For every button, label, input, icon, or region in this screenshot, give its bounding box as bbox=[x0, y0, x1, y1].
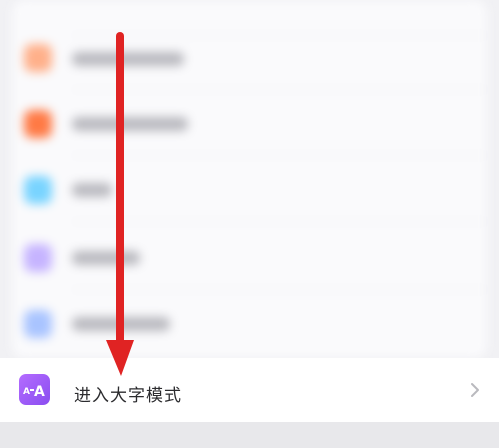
app-icon bbox=[24, 44, 52, 72]
app-icon bbox=[24, 310, 52, 338]
list-item bbox=[12, 226, 487, 290]
bottom-blurred-area bbox=[0, 422, 499, 448]
text-placeholder bbox=[72, 52, 184, 66]
app-icon bbox=[24, 244, 52, 272]
large-font-mode-icon: A A bbox=[19, 374, 50, 405]
list-item bbox=[12, 26, 487, 90]
list-item bbox=[12, 292, 487, 356]
text-placeholder bbox=[72, 251, 140, 265]
app-icon bbox=[24, 176, 52, 204]
chevron-right-icon bbox=[471, 383, 479, 397]
app-icon bbox=[24, 110, 52, 138]
settings-screen: A A 进入大字模式 bbox=[0, 0, 499, 448]
text-placeholder bbox=[72, 183, 112, 197]
svg-text:A: A bbox=[34, 384, 45, 400]
large-font-mode-label: 进入大字模式 bbox=[74, 386, 182, 406]
svg-text:A: A bbox=[23, 387, 30, 397]
text-placeholder bbox=[72, 117, 188, 131]
list-item bbox=[12, 158, 487, 222]
list-item bbox=[12, 92, 487, 156]
text-placeholder bbox=[72, 317, 170, 331]
divider bbox=[72, 221, 487, 222]
divider bbox=[72, 89, 487, 90]
divider bbox=[72, 155, 487, 156]
large-font-mode-item[interactable]: A A 进入大字模式 bbox=[0, 358, 499, 422]
divider bbox=[72, 289, 487, 290]
blurred-settings-list bbox=[0, 0, 499, 358]
blurred-card bbox=[12, 0, 487, 358]
